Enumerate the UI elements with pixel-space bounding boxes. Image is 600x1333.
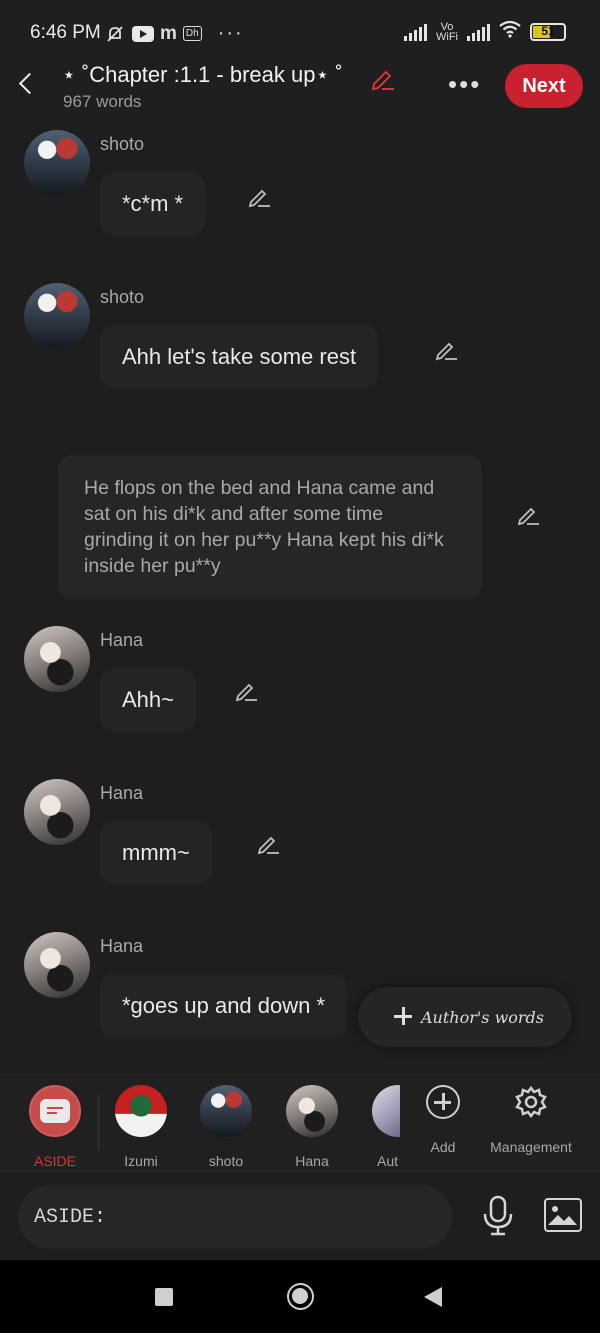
editor-header: ⋆ ˚Chapter :1.1 - break up⋆ ˚ 967 words … <box>0 62 600 122</box>
character-aside[interactable]: ASIDE <box>20 1085 90 1169</box>
home-icon[interactable] <box>287 1283 314 1310</box>
system-nav-bar <box>0 1260 600 1333</box>
back-triangle-icon[interactable] <box>424 1287 442 1307</box>
status-time: 6:46 PM <box>30 22 101 43</box>
avatar-hana <box>286 1085 338 1137</box>
signal-icon-2 <box>467 23 490 41</box>
input-bar <box>0 1172 600 1260</box>
character-label: Aut <box>377 1153 399 1169</box>
edit-pencil-icon[interactable] <box>515 502 541 528</box>
avatar-shoto[interactable] <box>24 283 90 349</box>
avatar-izumi <box>115 1085 167 1137</box>
microphone-icon[interactable] <box>480 1194 516 1238</box>
dh-icon: Dh <box>182 26 202 41</box>
divider <box>98 1095 99 1151</box>
more-options-icon[interactable]: ••• <box>448 71 481 97</box>
message-bubble[interactable]: *c*m * <box>100 172 206 236</box>
management-button[interactable]: Management <box>486 1085 576 1155</box>
avatar-hana[interactable] <box>24 932 90 998</box>
recents-icon[interactable] <box>155 1288 173 1306</box>
avatar-shoto <box>200 1085 252 1137</box>
message-bubble[interactable]: Ahh let's take some rest <box>100 325 379 389</box>
add-circle-icon <box>426 1085 460 1119</box>
m-icon: m <box>160 22 177 44</box>
character-shoto[interactable]: shoto <box>191 1085 261 1169</box>
edit-pencil-icon[interactable] <box>233 678 259 704</box>
character-label: shoto <box>208 1153 244 1169</box>
signal-icon <box>404 23 427 41</box>
character-name: Hana <box>100 936 144 956</box>
character-name: Hana <box>100 783 144 803</box>
status-app-icons: m Dh ··· <box>104 22 244 45</box>
next-button[interactable]: Next <box>505 64 583 108</box>
battery-level: 51 <box>541 23 555 38</box>
edit-pencil-icon[interactable] <box>255 831 281 857</box>
aside-input[interactable] <box>18 1185 452 1249</box>
character-label: Izumi <box>124 1153 158 1169</box>
character-izumi[interactable]: Izumi <box>106 1085 176 1169</box>
status-bar: 6:46 PM m Dh ··· Vo WiFi 51 <box>0 0 600 64</box>
edit-pencil-icon[interactable] <box>246 184 272 210</box>
mute-bell-icon <box>104 24 126 44</box>
authors-words-label: Author's words <box>421 1007 544 1027</box>
wifi-icon <box>498 20 522 43</box>
character-selector-bar: ASIDE Izumi shoto Hana Aut Add Managemen… <box>0 1074 600 1172</box>
add-label: Add <box>430 1139 456 1155</box>
word-count: 967 words <box>63 92 142 111</box>
vowifi-label: Vo WiFi <box>436 20 458 43</box>
character-label: Hana <box>295 1153 329 1169</box>
avatar-shoto[interactable] <box>24 130 90 196</box>
management-label: Management <box>490 1139 572 1155</box>
add-character-button[interactable]: Add <box>408 1085 478 1155</box>
character-aut[interactable]: Aut <box>360 1085 400 1169</box>
battery-icon: 51 <box>530 22 566 41</box>
edit-pencil-icon[interactable] <box>433 337 459 363</box>
aside-label: ASIDE <box>33 1153 76 1169</box>
edit-title-pencil-icon[interactable] <box>368 64 396 92</box>
chapter-title[interactable]: ⋆ ˚Chapter :1.1 - break up⋆ ˚ <box>62 62 343 88</box>
authors-words-button[interactable]: Author's words <box>358 987 572 1047</box>
status-right: Vo WiFi 51 <box>404 20 566 43</box>
character-hana[interactable]: Hana <box>277 1085 347 1169</box>
avatar-hana[interactable] <box>24 779 90 845</box>
more-notifications-icon: ··· <box>217 22 244 44</box>
youtube-icon <box>132 25 154 42</box>
message-bubble[interactable]: *goes up and down * <box>100 974 348 1038</box>
avatar-hana[interactable] <box>24 626 90 692</box>
character-name: shoto <box>100 287 145 307</box>
back-arrow-icon[interactable] <box>16 72 40 96</box>
aside-icon <box>29 1085 81 1137</box>
image-icon[interactable] <box>544 1198 582 1232</box>
chat-area[interactable]: shoto *c*m * shoto Ahh let's take some r… <box>0 122 600 1074</box>
message-bubble[interactable]: Ahh~ <box>100 668 196 732</box>
character-name: Hana <box>100 630 144 650</box>
avatar-aut <box>372 1085 400 1137</box>
message-bubble[interactable]: mmm~ <box>100 821 212 885</box>
gear-icon <box>514 1085 548 1119</box>
narration-bubble[interactable]: He flops on the bed and Hana came and sa… <box>58 455 482 599</box>
character-name: shoto <box>100 134 145 154</box>
plus-icon <box>394 1007 412 1025</box>
